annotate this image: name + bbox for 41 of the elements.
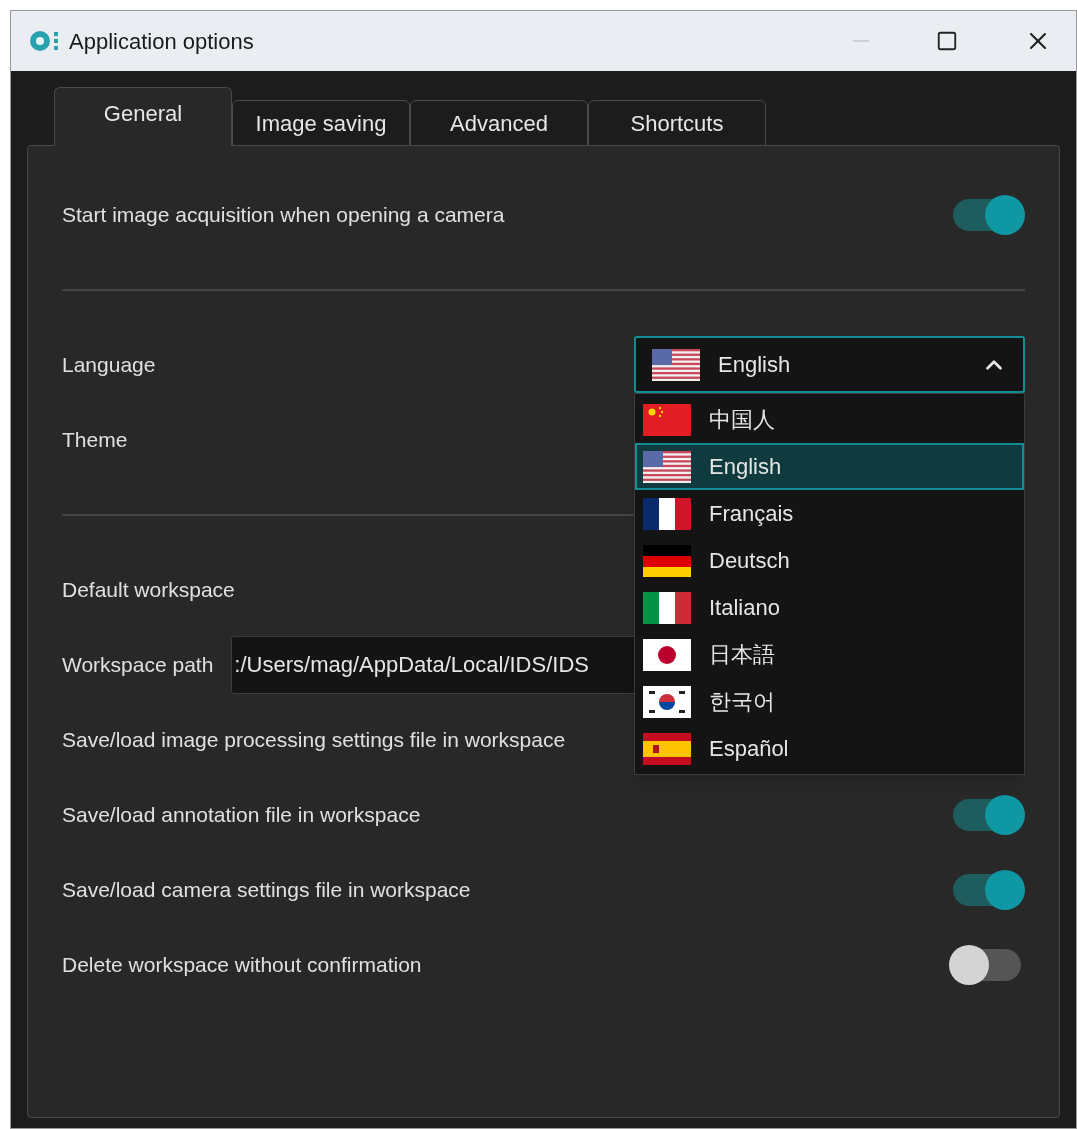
maximize-icon[interactable]: [936, 30, 958, 52]
language-option[interactable]: Español: [635, 725, 1024, 772]
flag-icon: [643, 732, 691, 765]
selected-language: English: [718, 351, 792, 379]
tab[interactable]: Shortcuts: [588, 100, 766, 146]
flag-icon: [652, 348, 700, 381]
language-option[interactable]: Deutsch: [635, 537, 1024, 584]
language-name: 日本語: [709, 641, 775, 669]
flag-icon: [643, 450, 691, 483]
path-text: :/Users/mag/AppData/Local/IDS/IDS: [234, 651, 589, 679]
flag-icon: [643, 403, 691, 436]
language-option[interactable]: English: [635, 443, 1024, 490]
language-option[interactable]: Italiano: [635, 584, 1024, 631]
tab[interactable]: General: [54, 87, 232, 146]
language-name: Deutsch: [709, 547, 790, 575]
setting-label: Language: [62, 351, 156, 378]
tab[interactable]: Image saving: [232, 100, 410, 146]
language-name: 中国人: [709, 406, 775, 434]
setting-label: Start image acquisition when opening a camera: [62, 201, 505, 228]
setting-label: Save/load camera settings file in workspace: [62, 876, 471, 903]
flag-icon: [643, 685, 691, 718]
setting-label: Save/load image processing settings file in workspace: [62, 726, 566, 753]
language-name: Español: [709, 735, 789, 763]
flag-icon: [643, 497, 691, 530]
language-option[interactable]: 中国人: [635, 396, 1024, 443]
setting-label: Workspace path: [62, 651, 214, 678]
flag-icon: [643, 544, 691, 577]
flag-icon: [643, 638, 691, 671]
setting-label: Save/load annotation file in workspace: [62, 801, 421, 828]
language-name: Italiano: [709, 594, 780, 622]
window-title: Application options: [69, 27, 255, 56]
language-name: English: [709, 453, 782, 481]
setting-label: Delete workspace without confirmation: [62, 951, 422, 978]
setting-label: Default workspace: [62, 576, 235, 603]
tab[interactable]: Advanced: [410, 100, 588, 146]
language-option[interactable]: Français: [635, 490, 1024, 537]
language-name: Français: [709, 500, 794, 528]
language-dropdown[interactable]: English: [634, 336, 1025, 393]
setting-label: Theme: [62, 426, 128, 453]
flag-icon: [643, 591, 691, 624]
app-logo-icon: [29, 29, 61, 53]
